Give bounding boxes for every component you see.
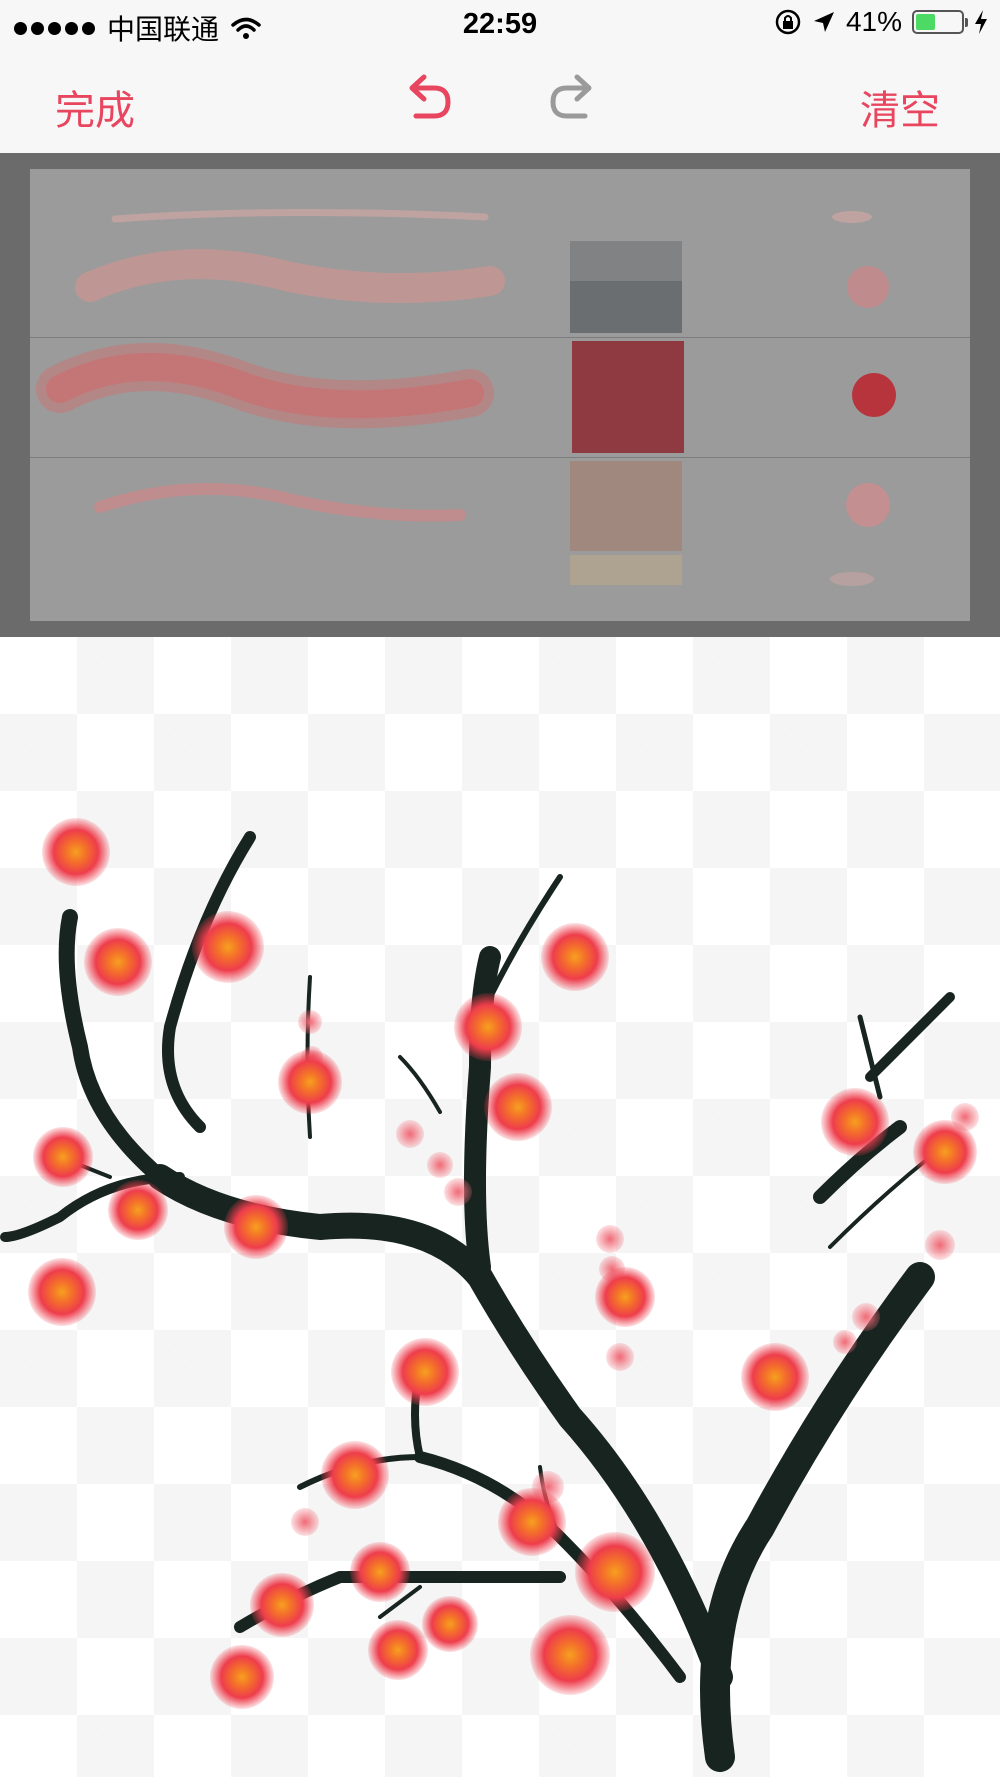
brush-color-swatch <box>572 341 684 453</box>
brush-stroke-preview <box>36 341 896 453</box>
brush-list[interactable] <box>30 169 970 621</box>
brush-row-selected[interactable] <box>30 337 970 458</box>
drawing-toolbar: 完成 清空 <box>0 50 1000 153</box>
brush-row-sketch[interactable] <box>30 457 970 621</box>
brush-stroke-preview <box>75 208 889 333</box>
redo-button[interactable] <box>545 72 601 133</box>
brush-color-swatch <box>570 461 682 551</box>
brush-picker-panel <box>0 153 1000 637</box>
undo-arrow-icon <box>409 74 451 119</box>
undo-button[interactable] <box>400 72 456 133</box>
battery-icon <box>912 10 968 34</box>
brush-row-thin[interactable] <box>30 169 970 338</box>
brush-size-dot <box>832 211 872 223</box>
brush-size-dot <box>852 373 896 417</box>
brush-size-dot <box>846 483 890 527</box>
clear-button[interactable]: 清空 <box>860 78 940 136</box>
status-right: 41% <box>774 6 988 38</box>
brush-stroke-preview <box>94 461 890 586</box>
plum-blossom-drawing <box>0 818 979 1772</box>
drawing-canvas[interactable] <box>0 637 1000 1777</box>
status-bar: 中国联通 22:59 41% <box>0 0 1000 50</box>
done-button[interactable]: 完成 <box>55 78 135 136</box>
rotation-lock-icon <box>775 9 801 35</box>
redo-arrow-icon <box>550 74 592 119</box>
location-arrow-icon <box>813 12 834 32</box>
charging-bolt-icon <box>975 10 987 34</box>
battery-percent: 41% <box>845 6 902 37</box>
